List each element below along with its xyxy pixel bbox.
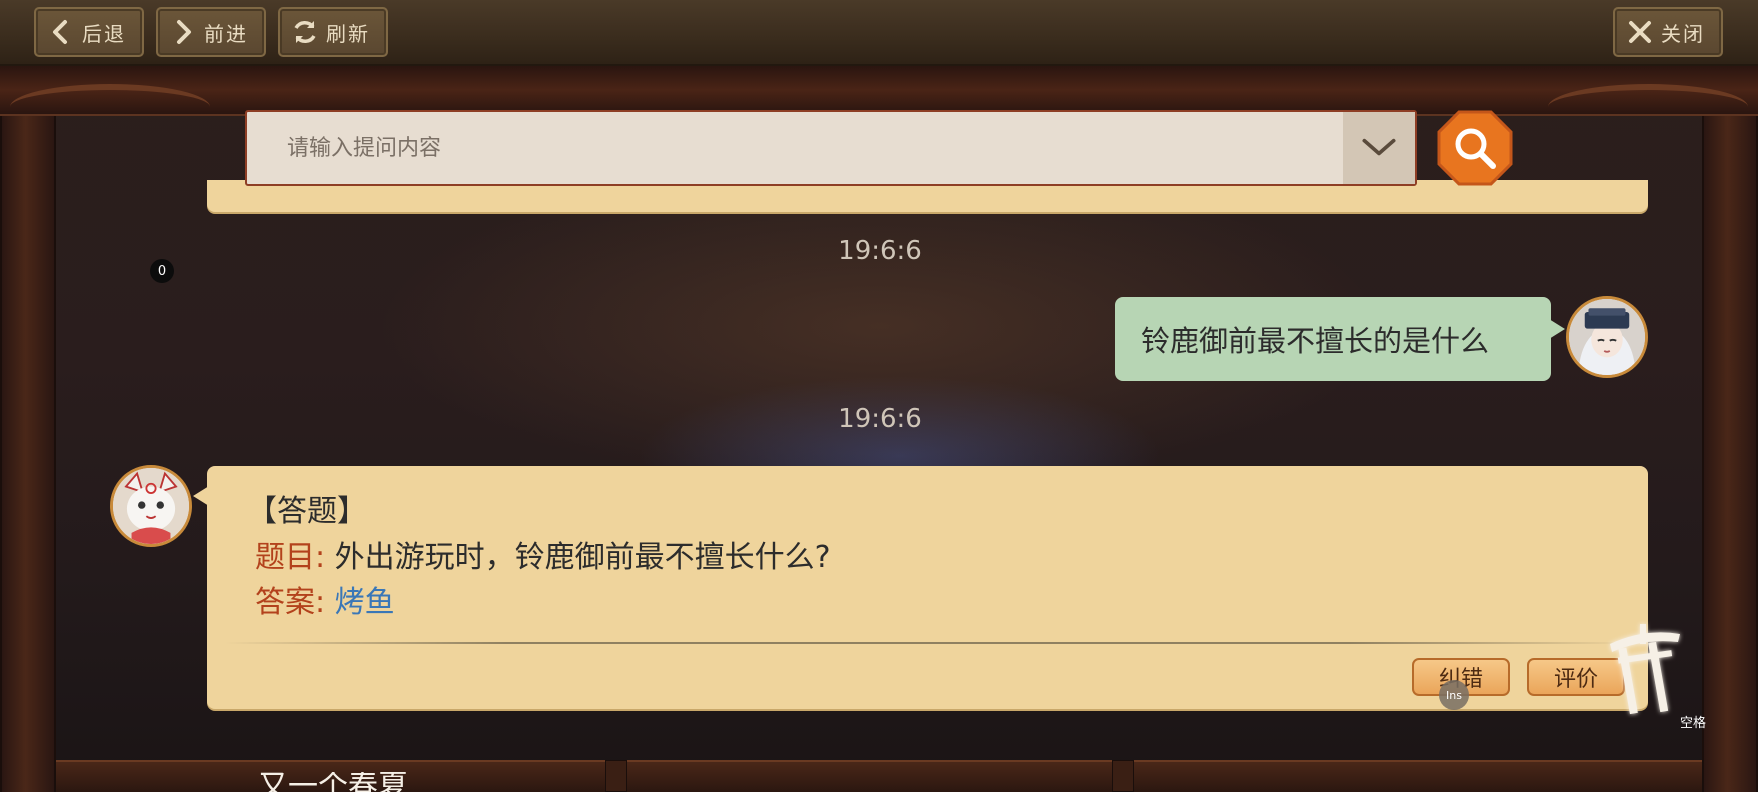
search-input[interactable] xyxy=(247,112,1343,184)
user-message-bubble: 铃鹿御前最不擅长的是什么 xyxy=(1115,297,1565,381)
close-label: 关闭 xyxy=(1661,21,1705,46)
answer-label: 答案: xyxy=(255,585,326,620)
roof-beam xyxy=(0,66,1758,116)
chevron-down-icon xyxy=(1362,138,1396,156)
left-pillar xyxy=(0,116,56,792)
bottom-partial-text: 又一个春夏 xyxy=(258,772,408,792)
chevron-right-icon xyxy=(168,17,198,47)
refresh-button[interactable]: 刷新 xyxy=(278,7,388,57)
question-label: 题目: xyxy=(255,540,326,575)
bot-message-bubble: 【答题】 题目: 外出游玩时，铃鹿御前最不擅长什么? 答案: 烤鱼 纠错 评价 xyxy=(193,466,1648,709)
fox-avatar-image xyxy=(113,468,189,544)
shelf-post xyxy=(605,760,627,792)
search-dropdown-button[interactable] xyxy=(1343,112,1415,184)
message-timestamp: 19:6:6 xyxy=(838,236,922,266)
chevron-left-icon xyxy=(46,17,76,47)
divider xyxy=(225,642,1630,644)
search-bar xyxy=(245,110,1417,186)
browser-toolbar: 后退 前进 刷新 关闭 xyxy=(0,0,1758,66)
right-pillar xyxy=(1702,116,1758,792)
refresh-label: 刷新 xyxy=(326,21,370,46)
user-avatar-image xyxy=(1569,299,1645,375)
forward-label: 前进 xyxy=(204,21,248,46)
forward-button[interactable]: 前进 xyxy=(156,7,266,57)
shelf-post xyxy=(1112,760,1134,792)
torii-gate-icon[interactable] xyxy=(1604,620,1684,718)
space-shortcut-label: 空格 xyxy=(1680,716,1707,731)
question-text: 外出游玩时，铃鹿御前最不擅长什么? xyxy=(334,540,831,575)
answer-text: 烤鱼 xyxy=(334,585,395,620)
question-line: 题目: 外出游玩时，铃鹿御前最不擅长什么? xyxy=(255,532,831,576)
close-icon xyxy=(1625,17,1655,47)
refresh-icon xyxy=(290,17,320,47)
count-badge: 0 xyxy=(150,259,174,283)
close-button[interactable]: 关闭 xyxy=(1613,7,1723,57)
bot-avatar xyxy=(110,465,192,547)
answer-tag: 【答题】 xyxy=(247,494,367,529)
user-message-text: 铃鹿御前最不擅长的是什么 xyxy=(1141,324,1490,358)
user-avatar xyxy=(1566,296,1648,378)
message-timestamp: 19:6:6 xyxy=(838,404,922,434)
back-label: 后退 xyxy=(82,21,126,46)
back-button[interactable]: 后退 xyxy=(34,7,144,57)
ins-shortcut-badge: Ins xyxy=(1439,680,1469,710)
answer-line: 答案: 烤鱼 xyxy=(255,577,395,621)
search-button[interactable] xyxy=(1437,110,1513,186)
search-icon xyxy=(1437,110,1513,186)
